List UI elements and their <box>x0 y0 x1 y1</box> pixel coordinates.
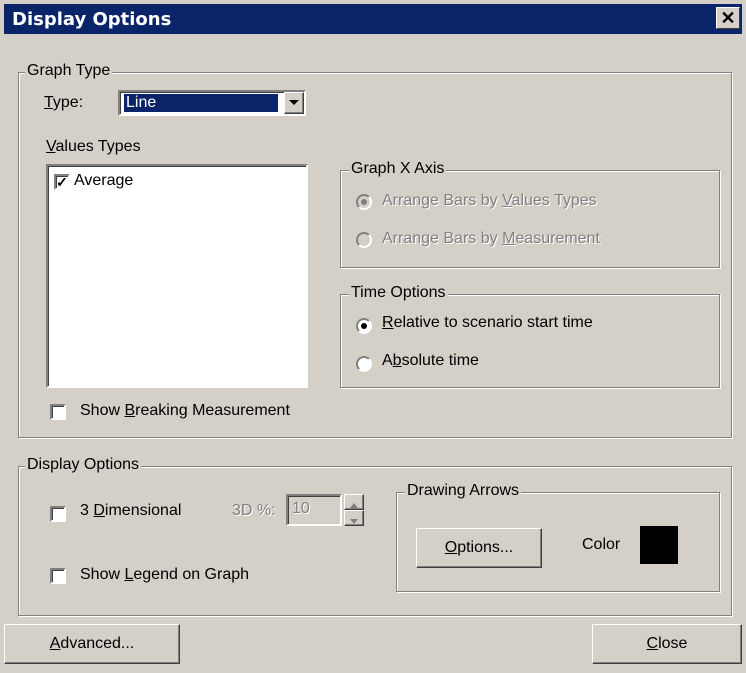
arrange-by-values-label: Arrange Bars by Values Types <box>382 192 597 209</box>
values-types-list[interactable]: ✓ Average <box>46 164 308 388</box>
type-select[interactable]: Line <box>118 90 306 116</box>
relative-time-label: Relative to scenario start time <box>382 314 593 331</box>
three-dimensional-label: 3 Dimensional <box>80 502 182 519</box>
arrange-by-measurement-radio[interactable] <box>356 232 372 248</box>
show-breaking-checkbox[interactable] <box>50 404 66 420</box>
type-label: Type: <box>44 94 84 111</box>
title-bar: Display Options ✕ <box>4 4 742 34</box>
absolute-time-radio[interactable] <box>356 356 372 372</box>
options-button[interactable]: Options... <box>416 528 542 568</box>
show-legend-checkbox[interactable] <box>50 568 66 584</box>
close-icon[interactable]: ✕ <box>716 7 740 29</box>
graph-x-axis-legend: Graph X Axis <box>349 160 447 178</box>
graph-x-axis-group: Graph X Axis <box>340 160 720 268</box>
graph-type-legend: Graph Type <box>25 62 113 80</box>
display-options-legend: Display Options <box>25 456 142 474</box>
advanced-button[interactable]: Advanced... <box>4 624 180 664</box>
time-options-legend: Time Options <box>349 284 448 302</box>
color-label: Color <box>582 536 621 553</box>
type-select-value: Line <box>123 93 279 113</box>
list-item: Average <box>74 172 134 189</box>
values-types-label: Values Types <box>46 138 141 155</box>
close-button[interactable]: Close <box>592 624 742 664</box>
three-dimensional-checkbox[interactable] <box>50 506 66 522</box>
color-swatch[interactable] <box>640 526 678 564</box>
dialog-title: Display Options <box>12 9 172 30</box>
arrange-by-measurement-label: Arrange Bars by Measurement <box>382 230 600 247</box>
display-options-dialog: Display Options ✕ Graph Type Type: Line … <box>0 0 746 673</box>
average-checkbox[interactable]: ✓ <box>54 174 70 190</box>
chevron-down-icon[interactable] <box>284 92 304 114</box>
three-d-percent-value: 10 <box>292 500 310 517</box>
drawing-arrows-legend: Drawing Arrows <box>405 482 522 500</box>
relative-time-radio[interactable] <box>356 318 372 334</box>
absolute-time-label: Absolute time <box>382 352 479 369</box>
show-breaking-label: Show Breaking Measurement <box>80 402 290 419</box>
arrange-by-values-radio[interactable] <box>356 194 372 210</box>
time-options-group: Time Options <box>340 284 720 388</box>
spinner-down-icon[interactable] <box>344 510 364 526</box>
spinner-up-icon[interactable] <box>344 494 364 510</box>
three-d-percent-input[interactable]: 10 <box>286 494 342 526</box>
show-legend-label: Show Legend on Graph <box>80 566 250 583</box>
three-d-percent-label: 3D %: <box>232 502 276 519</box>
